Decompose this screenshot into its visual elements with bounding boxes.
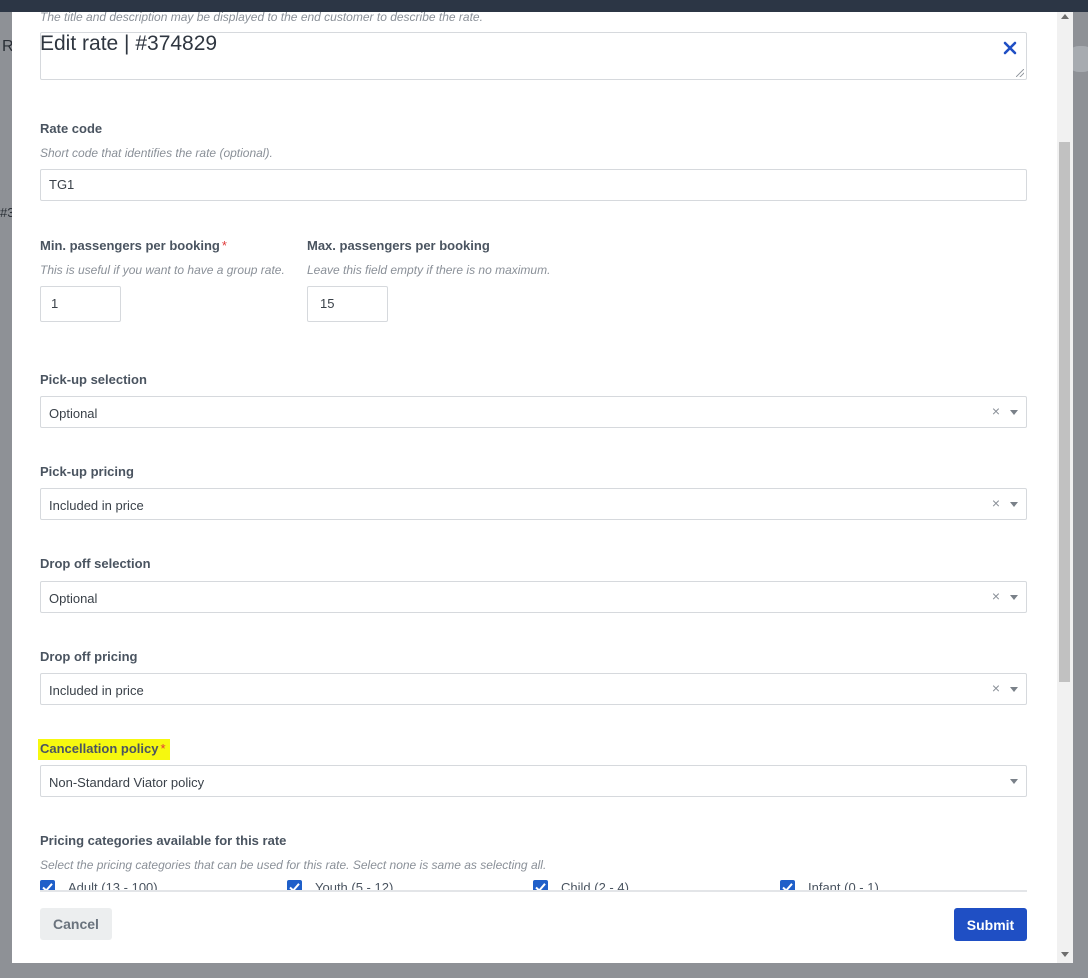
pickup-pricing-select[interactable]: Included in price × (40, 488, 1027, 520)
dropoff-pricing-label: Drop off pricing (40, 649, 138, 664)
chevron-down-icon[interactable] (1010, 779, 1018, 784)
dropoff-pricing-value: Included in price (49, 683, 144, 698)
max-passengers-value: 15 (320, 296, 335, 311)
min-passengers-input[interactable]: 1 (40, 286, 121, 322)
max-passengers-label: Max. passengers per booking (307, 238, 490, 253)
scroll-down-arrow-icon[interactable] (1061, 952, 1069, 957)
background-top-bar (0, 0, 1088, 12)
scroll-up-arrow-icon[interactable] (1061, 14, 1069, 19)
cancellation-policy-label-text: Cancellation policy (40, 741, 159, 756)
rate-code-input[interactable]: TG1 (40, 169, 1027, 201)
chevron-down-icon[interactable] (1010, 410, 1018, 415)
scrollbar-thumb[interactable] (1059, 142, 1070, 682)
cancellation-policy-highlight: Cancellation policy * (38, 739, 170, 760)
pickup-selection-value: Optional (49, 406, 98, 421)
min-passengers-label-text: Min. passengers per booking (40, 238, 220, 253)
required-marker: * (221, 238, 227, 253)
close-icon[interactable] (999, 37, 1021, 59)
vertical-scrollbar[interactable] (1057, 12, 1073, 963)
cancellation-policy-select[interactable]: Non-Standard Viator policy (40, 765, 1027, 797)
max-passengers-help: Leave this field empty if there is no ma… (307, 263, 551, 277)
cancel-button[interactable]: Cancel (40, 908, 112, 940)
pricing-categories-label: Pricing categories available for this ra… (40, 833, 287, 848)
submit-button[interactable]: Submit (954, 908, 1027, 941)
cancellation-policy-label: Cancellation policy * (38, 739, 170, 760)
chevron-down-icon[interactable] (1010, 595, 1018, 600)
min-passengers-label: Min. passengers per booking * (40, 238, 227, 253)
modal-scroll-area[interactable]: The title and description may be display… (12, 12, 1057, 892)
dropoff-pricing-select[interactable]: Included in price × (40, 673, 1027, 705)
rate-code-value: TG1 (49, 177, 75, 192)
clear-icon[interactable]: × (992, 403, 1000, 419)
dropoff-selection-label: Drop off selection (40, 556, 151, 571)
max-passengers-input[interactable]: 15 (307, 286, 388, 322)
pickup-pricing-value: Included in price (49, 498, 144, 513)
description-help-text: The title and description may be display… (40, 12, 483, 24)
pickup-selection-select[interactable]: Optional × (40, 396, 1027, 428)
modal-footer: Cancel Submit (12, 892, 1057, 963)
cancellation-policy-value: Non-Standard Viator policy (49, 775, 205, 790)
modal-title: Edit rate | #374829 (40, 32, 218, 55)
pickup-selection-label: Pick-up selection (40, 372, 147, 387)
dropoff-selection-select[interactable]: Optional × (40, 581, 1027, 613)
resize-grip-icon[interactable] (1016, 69, 1024, 77)
rate-code-help: Short code that identifies the rate (opt… (40, 146, 273, 160)
close-button[interactable] (999, 37, 1021, 59)
pricing-categories-help: Select the pricing categories that can b… (40, 858, 547, 872)
chevron-down-icon[interactable] (1010, 687, 1018, 692)
edit-rate-modal: The title and description may be display… (12, 12, 1073, 963)
min-passengers-value: 1 (51, 296, 59, 311)
clear-icon[interactable]: × (992, 680, 1000, 696)
pickup-pricing-label: Pick-up pricing (40, 464, 134, 479)
required-marker: * (160, 741, 166, 756)
clear-icon[interactable]: × (992, 495, 1000, 511)
rate-code-label: Rate code (40, 121, 103, 136)
min-passengers-help: This is useful if you want to have a gro… (40, 263, 285, 277)
dropoff-selection-value: Optional (49, 591, 98, 606)
chevron-down-icon[interactable] (1010, 502, 1018, 507)
clear-icon[interactable]: × (992, 588, 1000, 604)
